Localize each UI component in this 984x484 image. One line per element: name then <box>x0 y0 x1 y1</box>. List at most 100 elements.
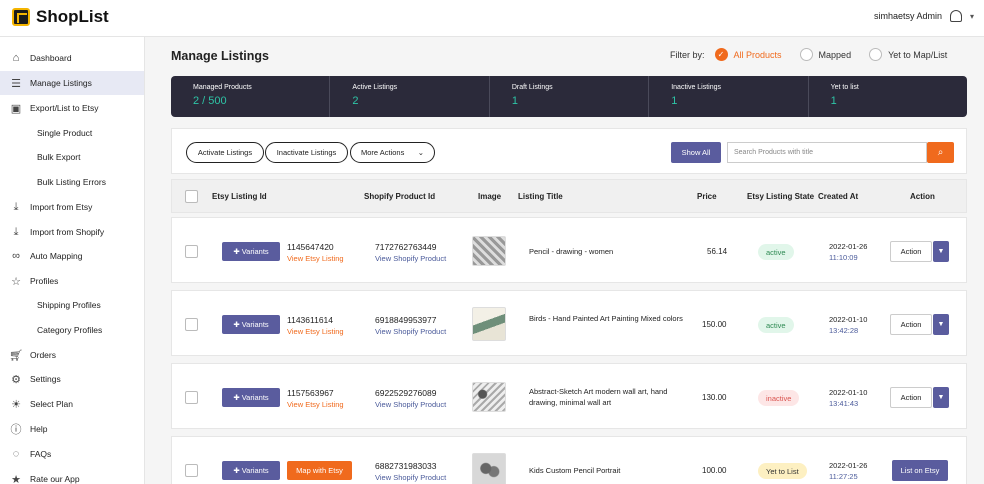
price: 150.00 <box>702 320 727 329</box>
listing-title: Birds - Hand Painted Art Painting Mixed … <box>529 314 683 323</box>
logo-icon <box>12 8 30 26</box>
shopify-id-cell: 6882731983033 View Shopify Product <box>375 461 446 482</box>
sidebar-item-dashboard[interactable]: ⌂ Dashboard <box>0 46 144 70</box>
select-all-checkbox[interactable] <box>185 190 198 203</box>
action-button[interactable]: Action <box>890 241 932 262</box>
sidebar-item-settings[interactable]: ⚙ Settings <box>0 367 144 391</box>
view-shopify-link[interactable]: View Shopify Product <box>375 473 446 482</box>
action-button[interactable]: Action <box>890 387 932 408</box>
radio-icon <box>799 48 813 61</box>
search-button[interactable]: ⌕ <box>927 142 954 163</box>
sidebar-item-auto-mapping[interactable]: ∞ Auto Mapping <box>0 244 144 268</box>
shopify-product-id: 6918849953977 <box>375 315 437 325</box>
sidebar-item-orders[interactable]: 🛒︎ Orders <box>0 343 144 367</box>
gear-icon: ⚙ <box>11 373 21 386</box>
more-actions-dropdown[interactable]: More Actions ⌄ <box>350 142 435 163</box>
inactivate-listings-button[interactable]: Inactivate Listings <box>265 142 348 163</box>
table-row: ✚ Variants 1157563967 View Etsy Listing … <box>171 363 967 429</box>
radio-checked-icon <box>714 48 728 61</box>
created-at: 2022-01-10 13:41:43 <box>829 388 868 408</box>
activate-listings-button[interactable]: Activate Listings <box>186 142 264 163</box>
product-image <box>472 453 506 484</box>
row-checkbox[interactable] <box>185 464 198 477</box>
chevron-down-icon: ⌄ <box>417 148 424 157</box>
etsy-listing-id: 1143611614 <box>287 315 334 325</box>
sidebar-item-help[interactable]: ⓘ Help <box>0 417 144 441</box>
listing-title: Kids Custom Pencil Portrait <box>529 466 621 475</box>
user-menu[interactable]: simhaetsy Admin ▾ <box>874 10 974 22</box>
view-etsy-link[interactable]: View Etsy Listing <box>287 327 344 336</box>
table-header: Etsy Listing Id Shopify Product Id Image… <box>171 179 967 213</box>
row-checkbox[interactable] <box>185 318 198 331</box>
variants-button[interactable]: ✚ Variants <box>222 315 280 334</box>
stat-yet-to-list: Yet to list 1 <box>830 84 859 107</box>
view-etsy-link[interactable]: View Etsy Listing <box>287 254 344 263</box>
shopify-product-id: 7172762763449 <box>375 242 437 252</box>
created-at: 2022-01-26 11:27:25 <box>829 461 868 481</box>
price: 56.14 <box>707 247 728 256</box>
action-button[interactable]: Action <box>890 314 932 335</box>
list-on-etsy-button[interactable]: List on Etsy <box>892 460 948 481</box>
page-title: Manage Listings <box>171 49 269 63</box>
variants-button[interactable]: ✚ Variants <box>222 461 280 480</box>
action-dropdown-toggle[interactable]: ▼ <box>933 241 949 262</box>
status-badge: Yet to List <box>758 463 807 479</box>
caret-down-icon: ▼ <box>937 248 945 255</box>
sidebar-item-category-profiles[interactable]: Category Profiles <box>0 318 144 342</box>
view-shopify-link[interactable]: View Shopify Product <box>375 254 446 263</box>
variants-button[interactable]: ✚ Variants <box>222 242 280 261</box>
col-etsy-listing-id: Etsy Listing Id <box>212 192 267 201</box>
toolbar: Activate Listings Inactivate Listings Mo… <box>171 128 967 174</box>
view-etsy-link[interactable]: View Etsy Listing <box>287 400 344 409</box>
app-logo[interactable]: ShopList <box>12 7 109 27</box>
import-icon: ⤓ <box>13 200 19 213</box>
sidebar-item-bulk-export[interactable]: Bulk Export <box>0 145 144 169</box>
filter-yet-to-map[interactable]: Yet to Map/List <box>869 48 947 61</box>
table-row: ✚ Variants 1145647420 View Etsy Listing … <box>171 217 967 283</box>
star-icon: ★ <box>11 473 21 484</box>
row-checkbox[interactable] <box>185 391 198 404</box>
col-created-at: Created At <box>818 192 859 201</box>
shopify-id-cell: 6918849953977 View Shopify Product <box>375 315 446 336</box>
filter-mapped[interactable]: Mapped <box>799 48 851 61</box>
action-dropdown-toggle[interactable]: ▼ <box>933 314 949 335</box>
col-price: Price <box>697 192 717 201</box>
sidebar-item-single-product[interactable]: Single Product <box>0 121 144 145</box>
col-image: Image <box>478 192 502 201</box>
sidebar-item-import-shopify[interactable]: ⤓ Import from Shopify <box>0 220 144 244</box>
bulb-icon: ☀ <box>11 398 21 411</box>
sidebar-item-bulk-listing-errors[interactable]: Bulk Listing Errors <box>0 170 144 194</box>
map-with-etsy-button[interactable]: Map with Etsy <box>287 461 352 480</box>
sidebar-item-profiles[interactable]: ☆ Profiles <box>0 269 144 293</box>
col-action: Action <box>910 192 935 201</box>
price: 100.00 <box>702 466 727 475</box>
view-shopify-link[interactable]: View Shopify Product <box>375 400 446 409</box>
status-badge: active <box>758 317 794 333</box>
created-at: 2022-01-10 13:42:28 <box>829 315 868 335</box>
table-row: ✚ Variants 1143611614 View Etsy Listing … <box>171 290 967 356</box>
sidebar-item-manage-listings[interactable]: ☰ Manage Listings <box>0 71 144 95</box>
action-dropdown-toggle[interactable]: ▼ <box>933 387 949 408</box>
sidebar-item-export[interactable]: ▣ Export/List to Etsy <box>0 96 144 120</box>
stat-inactive-listings: Inactive Listings 1 <box>649 76 809 117</box>
sidebar-item-rate-app[interactable]: ★ Rate our App <box>0 467 144 484</box>
sidebar-item-faqs[interactable]: ◌ FAQs <box>0 442 144 466</box>
app-name: ShopList <box>36 7 109 26</box>
filter-all-products[interactable]: All Products <box>714 48 782 61</box>
filter-group: Filter by: All Products Mapped Yet to Ma… <box>670 48 965 61</box>
sidebar-item-import-etsy[interactable]: ⤓ Import from Etsy <box>0 195 144 219</box>
product-image <box>472 307 506 341</box>
sidebar-item-shipping-profiles[interactable]: Shipping Profiles <box>0 293 144 317</box>
row-checkbox[interactable] <box>185 245 198 258</box>
search-input[interactable]: Search Products with title <box>727 142 927 163</box>
view-shopify-link[interactable]: View Shopify Product <box>375 327 446 336</box>
sidebar-item-select-plan[interactable]: ☀ Select Plan <box>0 392 144 416</box>
caret-down-icon: ▼ <box>937 394 945 401</box>
show-all-button[interactable]: Show All <box>671 142 721 163</box>
status-badge: inactive <box>758 390 800 406</box>
radio-icon <box>869 48 883 61</box>
listing-title: Pencil - drawing - women <box>529 247 614 256</box>
etsy-id-cell: 1157563967 View Etsy Listing <box>287 388 344 409</box>
created-at: 2022-01-26 11:10:09 <box>829 242 868 262</box>
variants-button[interactable]: ✚ Variants <box>222 388 280 407</box>
